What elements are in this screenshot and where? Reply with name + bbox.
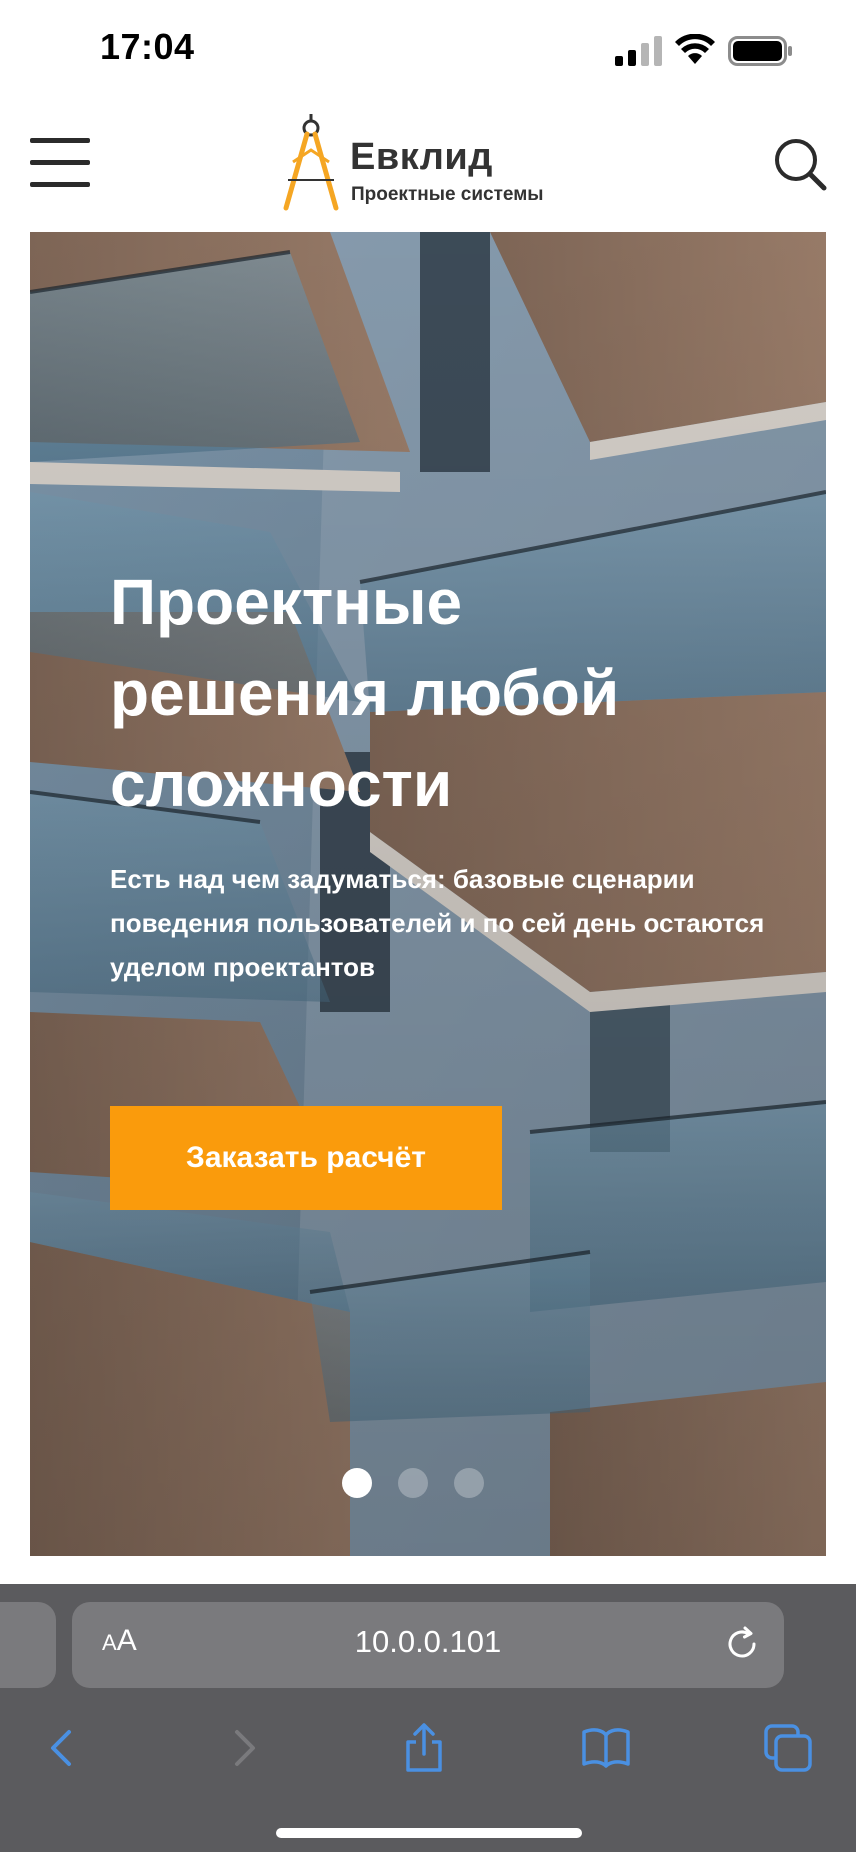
compass-logo-icon (283, 114, 339, 211)
logo-subtitle: Проектные системы (351, 184, 544, 205)
browser-chrome: AA 10.0.0.101 (0, 1584, 856, 1852)
status-bar: 17:04 (0, 0, 856, 100)
hero-title: Проектные решения любой сложности (110, 566, 620, 820)
slider-dot[interactable] (398, 1468, 428, 1498)
bookmarks-icon[interactable] (580, 1722, 632, 1774)
site-header: Евклид Проектные системы (0, 100, 856, 232)
cellular-signal-icon (615, 36, 662, 66)
hero-slider[interactable]: Проектные решения любой сложности Есть н… (30, 232, 826, 1556)
hero-subtitle: Есть над чем задуматься: базовые сценари… (110, 864, 765, 982)
address-bar[interactable]: AA 10.0.0.101 (72, 1602, 784, 1688)
home-indicator (276, 1828, 582, 1838)
hamburger-menu-icon[interactable] (30, 138, 90, 190)
slider-dots (342, 1468, 484, 1498)
logo-name: Евклид (350, 136, 493, 178)
slider-dot[interactable] (342, 1468, 372, 1498)
tabs-icon[interactable] (762, 1722, 814, 1774)
search-icon[interactable] (772, 136, 828, 192)
order-calculation-button[interactable]: Заказать расчёт (110, 1106, 502, 1210)
forward-icon[interactable] (218, 1722, 270, 1774)
reload-icon[interactable] (722, 1624, 762, 1664)
back-icon[interactable] (36, 1722, 88, 1774)
wifi-icon (675, 34, 715, 64)
browser-toolbar (0, 1712, 856, 1792)
slider-dot[interactable] (454, 1468, 484, 1498)
logo[interactable]: Евклид Проектные системы (280, 110, 600, 220)
status-time: 17:04 (100, 26, 195, 67)
url-text[interactable]: 10.0.0.101 (72, 1624, 784, 1660)
previous-tab-preview[interactable] (0, 1602, 56, 1688)
battery-icon (728, 36, 792, 66)
share-icon[interactable] (398, 1722, 450, 1774)
